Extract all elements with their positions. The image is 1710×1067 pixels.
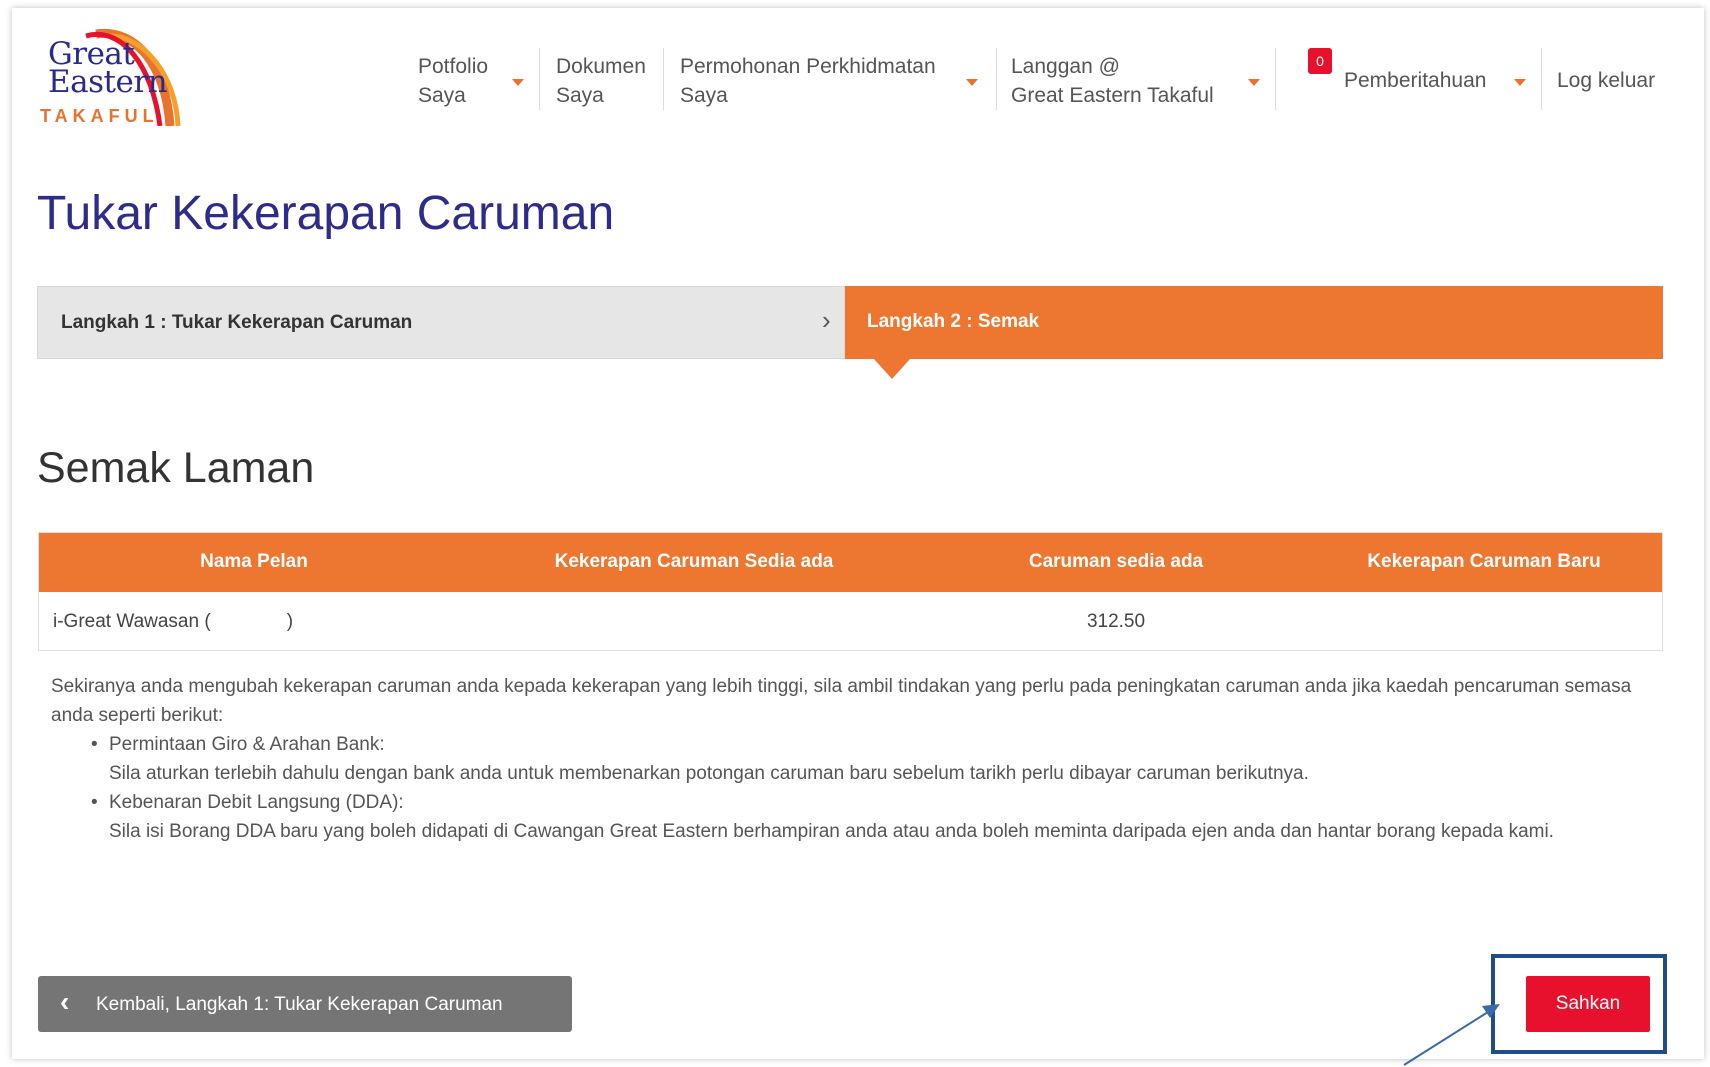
active-step-pointer	[874, 359, 910, 379]
main-nav: Potfolio Saya Dokumen Saya Permohonan Pe…	[12, 52, 1704, 116]
nav-subscribe-line1: Langgan @	[1011, 55, 1120, 78]
service-chevron-down-icon[interactable]	[966, 79, 978, 86]
info-item-1-text: Sila aturkan terlebih dahulu dengan bank…	[109, 763, 1309, 784]
review-table: Nama Pelan Kekerapan Caruman Sedia ada C…	[38, 532, 1663, 651]
column-header-new-frequency: Kekerapan Caruman Baru	[1367, 551, 1601, 572]
nav-logout[interactable]: Log keluar	[1557, 66, 1655, 95]
nav-divider	[663, 48, 664, 110]
table-row: i-Great Wawasan ( ) 312.50	[39, 592, 1662, 650]
confirm-button[interactable]: Sahkan	[1526, 976, 1650, 1032]
column-header-current-frequency: Kekerapan Caruman Sedia ada	[554, 551, 834, 572]
back-button[interactable]: ‹ Kembali, Langkah 1: Tukar Kekerapan Ca…	[38, 976, 572, 1032]
nav-service-requests[interactable]: Permohonan Perkhidmatan Saya	[680, 52, 936, 110]
nav-divider	[996, 48, 997, 110]
notification-count-badge[interactable]: 0	[1308, 48, 1332, 74]
list-item: • Permintaan Giro & Arahan Bank: Sila at…	[91, 730, 1641, 788]
nav-divider	[1275, 48, 1276, 110]
cell-current-contribution: 312.50	[1086, 611, 1146, 632]
chevron-left-icon: ‹	[60, 986, 70, 1017]
section-title: Semak Laman	[37, 444, 315, 492]
nav-subscribe[interactable]: Langgan @ Great Eastern Takaful	[1011, 52, 1214, 110]
column-header-plan-name: Nama Pelan	[200, 551, 308, 572]
annotation-arrow-icon	[1403, 1004, 1500, 1066]
bullet-icon: •	[91, 734, 98, 755]
table-header-row: Nama Pelan Kekerapan Caruman Sedia ada C…	[39, 533, 1662, 592]
list-item: • Kebenaran Debit Langsung (DDA): Sila i…	[91, 788, 1641, 846]
nav-divider	[539, 48, 540, 110]
chevron-right-icon: ›	[822, 305, 831, 335]
nav-documents-line1: Dokumen	[556, 55, 646, 78]
step-1-label: Langkah 1 : Tukar Kekerapan Caruman	[61, 312, 413, 333]
nav-documents-line2: Saya	[556, 84, 604, 107]
nav-portfolio-line1: Potfolio	[418, 55, 489, 78]
info-item-1-title: Permintaan Giro & Arahan Bank:	[109, 734, 385, 755]
info-intro: Sekiranya anda mengubah kekerapan caruma…	[51, 676, 1632, 726]
nav-documents[interactable]: Dokumen Saya	[556, 52, 646, 110]
nav-notifications[interactable]: Pemberitahuan	[1344, 66, 1486, 95]
nav-portfolio[interactable]: Potfolio Saya	[418, 52, 488, 110]
step-1-tab[interactable]: Langkah 1 : Tukar Kekerapan Caruman ›	[37, 286, 845, 359]
nav-notifications-label: Pemberitahuan	[1344, 69, 1487, 92]
header: Great Eastern TAKAFUL Potfolio Saya Doku…	[12, 8, 1704, 126]
nav-service-line1: Permohonan Perkhidmatan	[680, 55, 936, 78]
page-title: Tukar Kekerapan Caruman	[37, 187, 615, 240]
step-2-tab-active: Langkah 2 : Semak	[845, 286, 1663, 359]
nav-subscribe-line2: Great Eastern Takaful	[1011, 84, 1214, 107]
app-window: Great Eastern TAKAFUL Potfolio Saya Doku…	[12, 8, 1704, 1066]
nav-divider	[1541, 48, 1542, 110]
notifications-chevron-down-icon[interactable]	[1514, 79, 1526, 86]
step-2-label: Langkah 2 : Semak	[867, 311, 1040, 332]
portfolio-chevron-down-icon[interactable]	[512, 79, 524, 86]
info-list: • Permintaan Giro & Arahan Bank: Sila at…	[51, 730, 1641, 846]
nav-portfolio-line2: Saya	[418, 84, 466, 107]
nav-service-line2: Saya	[680, 84, 728, 107]
cell-plan-name: i-Great Wawasan ( )	[53, 611, 294, 632]
info-item-2-text: Sila isi Borang DDA baru yang boleh dida…	[109, 821, 1554, 842]
back-button-label: Kembali, Langkah 1: Tukar Kekerapan Caru…	[96, 994, 503, 1015]
subscribe-chevron-down-icon[interactable]	[1248, 79, 1260, 86]
info-text-block: Sekiranya anda mengubah kekerapan caruma…	[51, 672, 1641, 846]
column-header-current-contribution: Caruman sedia ada	[1028, 551, 1204, 572]
bullet-icon: •	[91, 792, 98, 813]
info-item-2-title: Kebenaran Debit Langsung (DDA):	[109, 792, 404, 813]
nav-logout-label: Log keluar	[1557, 69, 1656, 92]
